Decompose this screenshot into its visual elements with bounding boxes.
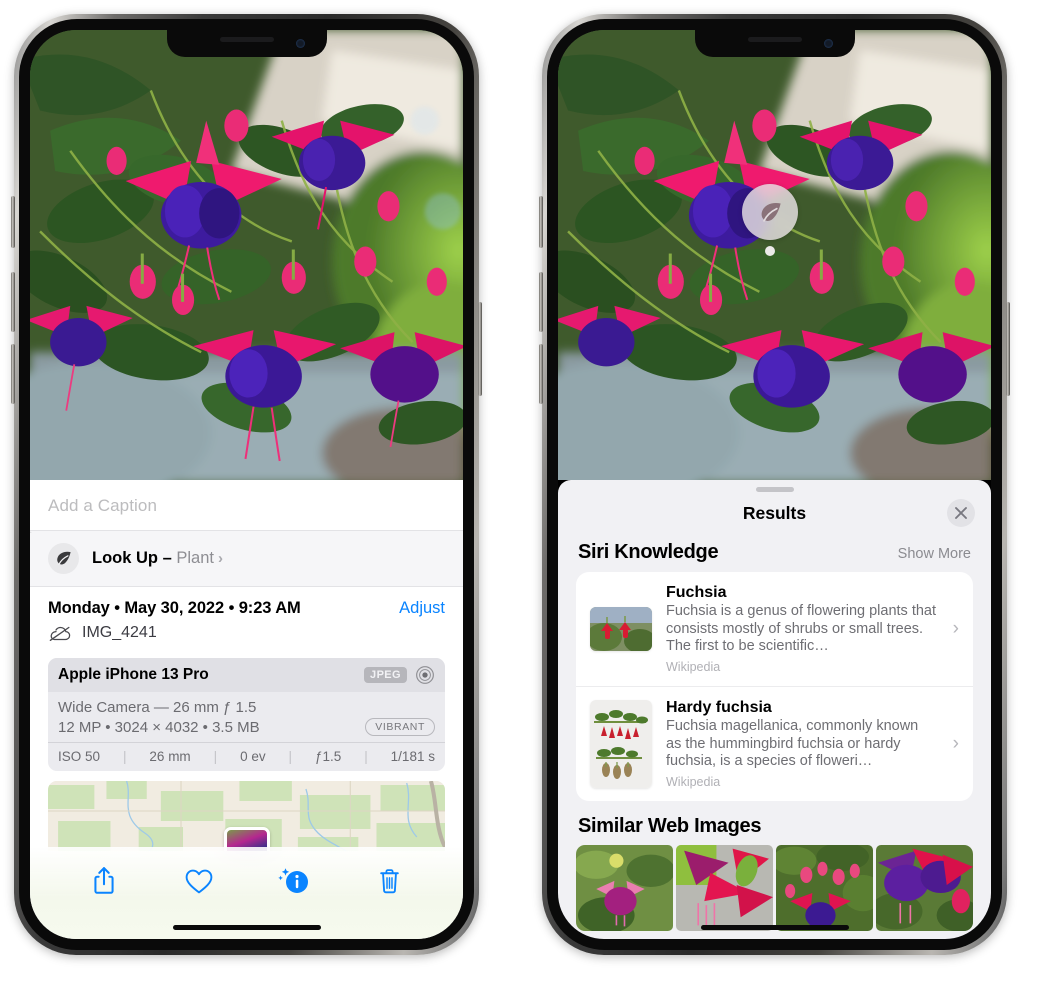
notch [694,30,855,57]
camera-device-name: Apple iPhone 13 Pro [58,666,209,683]
results-header: Results [558,492,991,534]
right-iphone-device: Results Siri Knowledge Show More Fuchsia… [539,14,1010,955]
chevron-right-icon: › [952,618,959,640]
look-up-row[interactable]: ✦ ✦ Look Up – Plant› [30,526,463,587]
web-image-3[interactable] [776,845,873,932]
resolution-info: 12 MP • 3024 × 4032 • 3.5 MB [58,718,260,736]
close-button[interactable] [947,499,975,527]
share-button[interactable] [82,861,126,901]
screenshot-stage: Add a Caption ✦ ✦ Look Up – Plant› [0,0,1055,985]
exif-settings-row: ISO 50 | 26 mm | 0 ev | ƒ1.5 | 1/181 s [48,742,445,771]
exif-ev: 0 ev [240,749,266,764]
photo-viewer[interactable] [558,30,991,480]
visual-lookup-results-sheet: Results Siri Knowledge Show More Fuchsia… [558,480,991,939]
exif-separator: | [364,749,368,764]
ring-silent-switch[interactable] [539,196,543,248]
side-power-button[interactable] [478,302,482,396]
earpiece-speaker [747,37,802,42]
knowledge-thumbnail [590,607,652,652]
adjust-button[interactable]: Adjust [399,599,445,618]
exif-separator: | [288,749,293,764]
show-more-button[interactable]: Show More [898,546,971,562]
left-screen: Add a Caption ✦ ✦ Look Up – Plant› [30,30,463,939]
volume-down-button[interactable] [539,344,543,404]
look-up-subject: Plant [176,549,214,567]
format-badge: JPEG [364,667,407,683]
photo-viewer[interactable] [30,30,463,480]
left-iphone-device: Add a Caption ✦ ✦ Look Up – Plant› [11,14,482,955]
leaf-icon [48,543,79,574]
exif-iso: ISO 50 [58,749,101,764]
web-image-2[interactable] [676,845,773,932]
caption-placeholder: Add a Caption [48,496,158,515]
fuchsia-photo [558,30,991,480]
exif-focal: 26 mm [149,749,191,764]
aperture-icon [415,665,435,685]
sparkle-icon: ✦ [30,526,33,539]
volume-down-button[interactable] [11,344,15,404]
knowledge-source: Wikipedia [666,660,721,675]
knowledge-item[interactable]: Hardy fuchsia Fuchsia magellanica, commo… [576,686,973,801]
visual-lookup-leaf-pin[interactable] [742,184,798,256]
knowledge-source: Wikipedia [666,775,721,790]
knowledge-description: Fuchsia is a genus of flowering plants t… [666,603,937,655]
notch [166,30,327,57]
siri-knowledge-card: Fuchsia Fuchsia is a genus of flowering … [576,572,973,802]
results-title: Results [742,502,807,523]
similar-web-images-header: Similar Web Images [558,801,991,845]
color-profile-badge: VIBRANT [365,718,435,736]
similar-web-images-strip[interactable] [558,845,991,932]
knowledge-title: Hardy fuchsia [666,699,772,717]
look-up-dash: – [158,549,177,567]
photo-datetime: Monday • May 30, 2022 • 9:23 AM [48,599,301,617]
delete-button[interactable] [367,861,411,901]
location-map[interactable] [48,781,445,851]
front-camera-icon [823,39,833,48]
knowledge-title: Fuchsia [666,584,727,601]
web-image-1[interactable] [576,845,673,932]
leaf-pin-anchor-dot [765,246,775,256]
knowledge-description: Fuchsia magellanica, commonly known as t… [666,718,919,770]
siri-knowledge-header: Siri Knowledge Show More [558,534,991,572]
chevron-right-icon: › [217,550,223,567]
web-image-4[interactable] [876,845,973,932]
lens-info: Wide Camera — 26 mm ƒ 1.5 [58,699,257,716]
chevron-right-icon: › [952,733,959,755]
photo-filename: IMG_4241 [82,624,157,641]
caption-input[interactable]: Add a Caption [30,480,463,531]
info-button[interactable] [272,861,316,901]
favorite-button[interactable] [177,861,221,901]
fuchsia-photo [30,30,463,480]
exif-separator: | [213,749,218,764]
volume-up-button[interactable] [539,272,543,332]
photo-metadata-block: Monday • May 30, 2022 • 9:23 AM Adjust I… [30,587,463,650]
exif-aperture: ƒ1.5 [315,749,342,764]
home-indicator[interactable] [700,925,849,930]
look-up-title: Look Up [92,549,158,567]
front-camera-icon [295,39,305,48]
look-up-label: Look Up – Plant › [92,549,223,568]
exif-header: Apple iPhone 13 Pro JPEG [48,658,445,692]
home-indicator[interactable] [172,925,321,930]
exif-separator: | [122,749,127,764]
side-power-button[interactable] [1006,302,1010,396]
knowledge-thumbnail [590,700,652,789]
exif-card[interactable]: Apple iPhone 13 Pro JPEG Wide Camera — 2… [48,658,445,771]
exif-shutter: 1/181 s [390,749,435,764]
section-title: Similar Web Images [578,815,762,838]
right-screen: Results Siri Knowledge Show More Fuchsia… [558,30,991,939]
icloud-slash-icon [48,625,72,642]
ring-silent-switch[interactable] [11,196,15,248]
earpiece-speaker [219,37,274,42]
section-title: Siri Knowledge [578,541,719,563]
knowledge-item[interactable]: Fuchsia Fuchsia is a genus of flowering … [576,572,973,686]
volume-up-button[interactable] [11,272,15,332]
